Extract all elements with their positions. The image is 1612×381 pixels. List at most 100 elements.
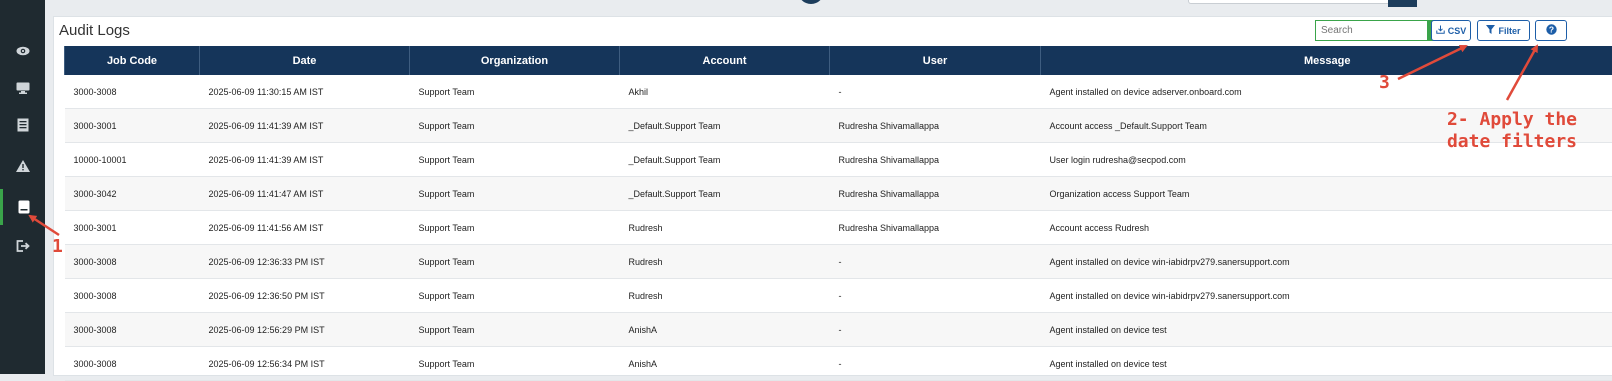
table-row[interactable]: 3000-3008 2025-06-09 12:56:34 PM IST Sup… (65, 347, 1612, 381)
date-cell: 2025-06-09 11:41:39 AM IST (200, 109, 410, 143)
account-cell: _Default.Support Team (620, 109, 830, 143)
job-code-cell: 3000-3042 (65, 177, 200, 211)
user-cell: Rudresha Shivamallappa (830, 211, 1041, 245)
monitor-icon (16, 82, 30, 94)
table-row[interactable]: 10000-10001 2025-06-09 11:41:39 AM IST S… (65, 143, 1612, 177)
account-cell: Rudresh (620, 245, 830, 279)
job-code-cell: 10000-10001 (65, 143, 200, 177)
account-cell: AnishA (620, 313, 830, 347)
date-cell: 2025-06-09 11:41:47 AM IST (200, 177, 410, 211)
organization-cell: Support Team (410, 75, 620, 109)
filter-label: Filter (1498, 26, 1520, 36)
page-title: Audit Logs (59, 22, 130, 39)
date-cell: 2025-06-09 11:41:39 AM IST (200, 143, 410, 177)
filter-icon (1486, 25, 1495, 36)
account-cell: AnishA (620, 347, 830, 381)
column-header-job-code[interactable]: Job Code (65, 46, 200, 75)
table-row[interactable]: 3000-3001 2025-06-09 11:41:39 AM IST Sup… (65, 109, 1612, 143)
csv-export-button[interactable]: CSV (1431, 20, 1471, 41)
column-header-date[interactable]: Date (200, 46, 410, 75)
user-cell: - (830, 279, 1041, 313)
audit-log-table: Job Code Date Organization Account User … (64, 46, 1612, 381)
user-cell: - (830, 75, 1041, 109)
table-row[interactable]: 3000-3008 2025-06-09 12:36:50 PM IST Sup… (65, 279, 1612, 313)
annotation-step-3: 3 (1379, 72, 1390, 93)
date-cell: 2025-06-09 12:56:29 PM IST (200, 313, 410, 347)
message-cell: Agent installed on device win-iabidrpv27… (1041, 279, 1612, 313)
audit-logs-panel: Audit Logs CSV Filter ? Job (53, 16, 1612, 376)
message-cell: Agent installed on device adserver.onboa… (1041, 75, 1612, 109)
job-code-cell: 3000-3008 (65, 279, 200, 313)
job-code-cell: 3000-3008 (65, 347, 200, 381)
job-code-cell: 3000-3008 (65, 313, 200, 347)
eye-icon (16, 46, 30, 56)
annotation-step-1: 1 (52, 236, 63, 257)
organization-cell: Support Team (410, 211, 620, 245)
search-input[interactable] (1315, 20, 1427, 41)
account-cell: _Default.Support Team (620, 143, 830, 177)
message-cell: Agent installed on device win-iabidrpv27… (1041, 245, 1612, 279)
organization-cell: Support Team (410, 143, 620, 177)
job-code-cell: 3000-3001 (65, 109, 200, 143)
filter-button[interactable]: Filter (1477, 20, 1530, 41)
message-cell: Account access Rudresh (1041, 211, 1612, 245)
user-cell: - (830, 347, 1041, 381)
top-action-button[interactable] (1388, 0, 1417, 7)
organization-cell: Support Team (410, 313, 620, 347)
date-cell: 2025-06-09 11:41:56 AM IST (200, 211, 410, 245)
sidebar-item-view[interactable] (0, 33, 45, 69)
table-row[interactable]: 3000-3042 2025-06-09 11:41:47 AM IST Sup… (65, 177, 1612, 211)
column-header-account[interactable]: Account (620, 46, 830, 75)
download-icon (1436, 25, 1445, 36)
date-cell: 2025-06-09 11:30:15 AM IST (200, 75, 410, 109)
table-row[interactable]: 3000-3008 2025-06-09 12:36:33 PM IST Sup… (65, 245, 1612, 279)
sidebar-item-logout[interactable] (0, 228, 45, 264)
sidebar-item-alerts[interactable] (0, 148, 45, 184)
user-cell: Rudresha Shivamallappa (830, 177, 1041, 211)
message-cell: Organization access Support Team (1041, 177, 1612, 211)
user-cell: Rudresha Shivamallappa (830, 109, 1041, 143)
audit-log-icon (18, 200, 30, 214)
column-header-organization[interactable]: Organization (410, 46, 620, 75)
organization-cell: Support Team (410, 347, 620, 381)
sidebar-item-devices[interactable] (0, 70, 45, 106)
sidebar-item-audit-logs[interactable] (0, 189, 45, 225)
sidebar-item-reports[interactable] (0, 107, 45, 143)
organization-cell: Support Team (410, 245, 620, 279)
alert-icon (16, 160, 30, 172)
message-cell: Agent installed on device test (1041, 313, 1612, 347)
account-cell: Akhil (620, 75, 830, 109)
user-cell: Rudresha Shivamallappa (830, 143, 1041, 177)
table-row[interactable]: 3000-3008 2025-06-09 12:56:29 PM IST Sup… (65, 313, 1612, 347)
account-cell: Rudresh (620, 279, 830, 313)
report-icon (17, 118, 29, 132)
date-cell: 2025-06-09 12:36:33 PM IST (200, 245, 410, 279)
annotation-step-2-line-1: 2- Apply the (1432, 109, 1592, 131)
job-code-cell: 3000-3008 (65, 75, 200, 109)
annotation-step-2: 2- Apply the date filters (1432, 109, 1592, 153)
job-code-cell: 3000-3008 (65, 245, 200, 279)
annotation-step-2-line-2: date filters (1432, 131, 1592, 153)
organization-cell: Support Team (410, 109, 620, 143)
svg-text:?: ? (1548, 25, 1553, 35)
job-code-cell: 3000-3001 (65, 211, 200, 245)
date-cell: 2025-06-09 12:56:34 PM IST (200, 347, 410, 381)
organization-cell: Support Team (410, 177, 620, 211)
user-cell: - (830, 313, 1041, 347)
table-header-row: Job Code Date Organization Account User … (65, 46, 1612, 75)
user-cell: - (830, 245, 1041, 279)
column-header-message[interactable]: Message (1041, 46, 1612, 75)
account-cell: Rudresh (620, 211, 830, 245)
logout-icon (16, 240, 30, 252)
column-header-user[interactable]: User (830, 46, 1041, 75)
organization-cell: Support Team (410, 279, 620, 313)
help-button[interactable]: ? (1535, 20, 1567, 41)
sidebar (0, 0, 45, 374)
date-cell: 2025-06-09 12:36:50 PM IST (200, 279, 410, 313)
top-search-box[interactable] (1188, 0, 1390, 4)
message-cell: Agent installed on device test (1041, 347, 1612, 381)
table-row[interactable]: 3000-3001 2025-06-09 11:41:56 AM IST Sup… (65, 211, 1612, 245)
help-icon: ? (1546, 24, 1557, 37)
account-cell: _Default.Support Team (620, 177, 830, 211)
csv-label: CSV (1448, 26, 1467, 36)
